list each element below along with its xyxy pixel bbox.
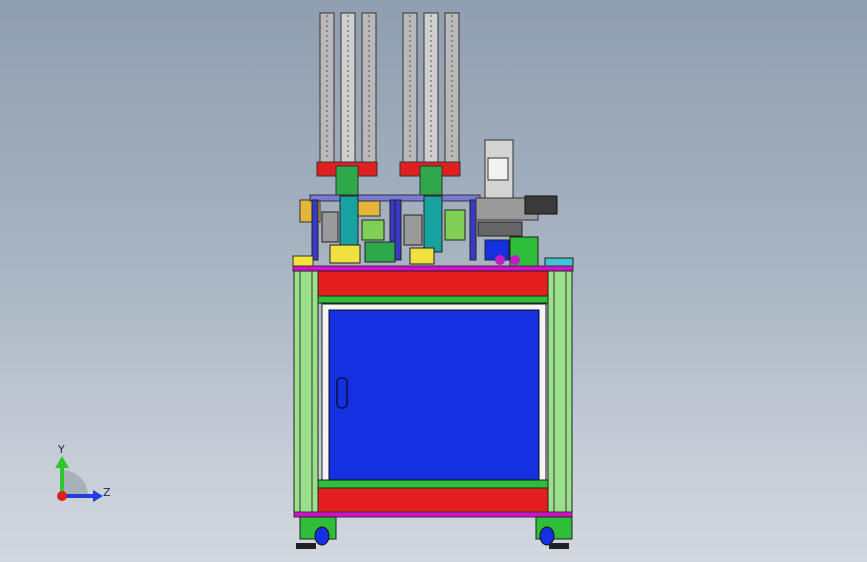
- side-assembly: [475, 139, 574, 269]
- cad-viewport[interactable]: Y Z: [0, 0, 867, 562]
- x-axis-icon: [57, 491, 67, 501]
- z-axis-label: Z: [103, 486, 111, 499]
- upper-mechanism: [299, 194, 481, 265]
- machine-model: [292, 12, 574, 549]
- casters: [296, 516, 573, 549]
- cabinet-door: [321, 303, 547, 481]
- axis-triad: [55, 456, 103, 502]
- y-axis-label: Y: [58, 443, 65, 456]
- triad-quadrant: [62, 470, 88, 496]
- linear-actuators: [319, 12, 460, 164]
- motor-blocks: [316, 161, 461, 197]
